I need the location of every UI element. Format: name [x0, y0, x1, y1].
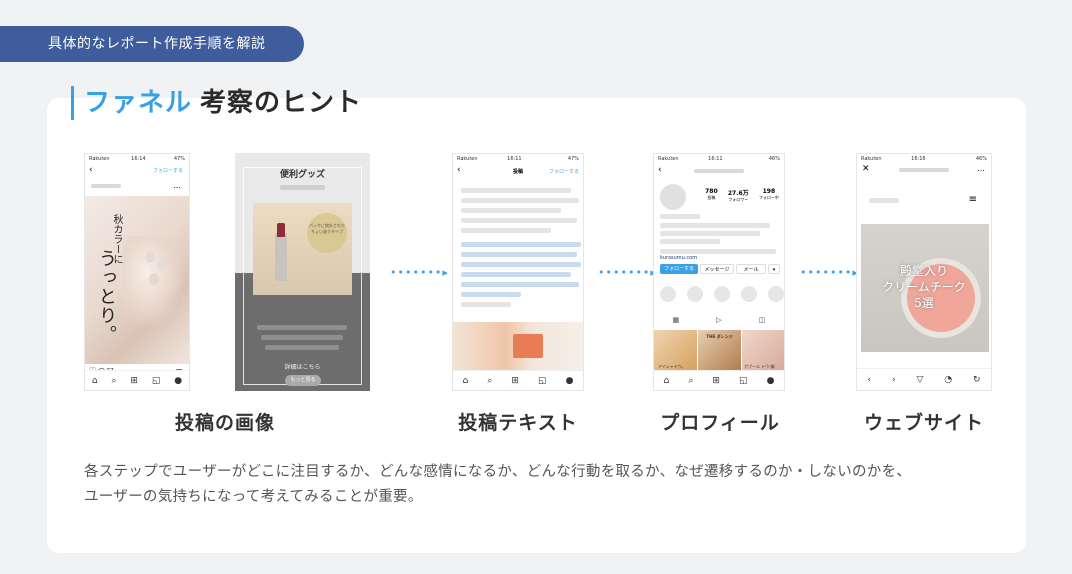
home-icon: ⌂	[663, 375, 670, 386]
status-bar: Rakuten 16:11 47%	[457, 156, 579, 162]
product-photo: パッケに統計されたちょい塗りタイプ	[253, 203, 352, 295]
more-icon: …	[173, 181, 181, 190]
search-icon: ⌕	[688, 375, 694, 386]
overlay-line-3: 5選	[914, 296, 934, 310]
description-line-2: ユーザーの気持ちになって考えてみることが重要。	[84, 489, 423, 505]
reload-icon[interactable]: ↻	[973, 375, 981, 385]
bottom-nav: ⌂ ⌕ ⊞ ◱ ●	[453, 370, 583, 390]
mail-button[interactable]: メール	[736, 264, 766, 274]
home-icon: ⌂	[462, 375, 469, 386]
follow-link: フォローする	[548, 169, 579, 175]
home-icon: ⌂	[91, 375, 98, 386]
story-caption: 詳細はこちら	[284, 364, 321, 371]
step-label-post-image: 投稿の画像	[174, 412, 275, 434]
shop-icon: ◱	[151, 375, 161, 386]
step-label-post-text: 投稿テキスト	[458, 412, 578, 434]
share-icon[interactable]: ▽	[916, 375, 923, 385]
flow-arrow-1: •••••••▸	[390, 266, 449, 279]
follow-button[interactable]: フォローする	[660, 264, 698, 274]
back-icon: ‹	[658, 165, 662, 175]
add-icon: ⊞	[130, 375, 138, 386]
more-icon[interactable]: …	[977, 164, 985, 173]
add-icon: ⊞	[511, 375, 519, 386]
status-bar: Rakuten 16:16 46%	[861, 156, 987, 162]
bottom-nav: ⌂ ⌕ ⊞ ◱ ●	[85, 370, 189, 390]
bottom-nav: ⌂ ⌕ ⊞ ◱ ●	[654, 370, 784, 390]
post-photo	[453, 322, 583, 374]
grid-tabs: ▦ ▷ ◫	[654, 316, 784, 324]
page-title: ファネル 考察のヒント	[71, 86, 362, 120]
forward-icon[interactable]: ›	[892, 375, 896, 385]
dropdown-button[interactable]: ▾	[768, 264, 780, 274]
post-text-screenshot: Rakuten 16:11 47% ‹ 投稿 フォローする ⌂ ⌕ ⊞ ◱ ●	[452, 153, 584, 391]
more-button[interactable]: もっと見る	[285, 375, 321, 386]
step-label-website: ウェブサイト	[863, 412, 984, 434]
menu-icon[interactable]: ≡	[969, 194, 977, 205]
close-icon[interactable]: ✕	[862, 164, 870, 174]
story-title: 便利グッズ	[279, 170, 325, 180]
description: 各ステップでユーザーがどこに注目するか、どんな感情になるか、どんな行動を取るか、…	[84, 460, 984, 510]
title-rest: 考察のヒント	[200, 88, 363, 118]
message-button[interactable]: メッセージ	[700, 264, 734, 274]
search-icon: ⌕	[111, 375, 117, 386]
add-icon: ⊞	[712, 375, 720, 386]
back-icon[interactable]: ‹	[867, 375, 871, 385]
overlay-line-2: クリームチーク	[882, 280, 966, 294]
play-icon[interactable]: ▷	[716, 316, 721, 324]
profile-stats: 780 投稿 27.6万 フォロワー 198 フォロー中	[705, 188, 779, 202]
back-icon: ‹	[89, 165, 93, 175]
compass-icon[interactable]: ◔	[944, 375, 952, 385]
status-bar: Rakuten 16:14 47%	[89, 156, 185, 162]
step-label-profile: プロフィール	[660, 412, 780, 434]
story-screenshot: 便利グッズ パッケに統計されたちょい塗りタイプ 詳細はこちら もっと見る	[235, 153, 370, 391]
post-image-screenshot: Rakuten 16:14 47% ‹ フォローする … 秋カラーに うっとり。 …	[84, 153, 190, 391]
grid-icon[interactable]: ▦	[673, 316, 680, 324]
website-screenshot: Rakuten 16:16 46% ✕ … ≡ 殿堂入り クリームチーク 5選 ‹…	[856, 153, 992, 391]
bottle-caption: パッケに統計されたちょい塗りタイプ	[309, 223, 345, 234]
grid-thumb-2: THE ダレンジ	[698, 330, 741, 372]
avatar: ●	[174, 375, 183, 386]
tagged-icon[interactable]: ◫	[759, 316, 766, 324]
photo-text-large: うっとり。	[96, 249, 117, 344]
title-accent: ファネル	[84, 88, 193, 118]
browser-nav: ‹ › ▽ ◔ ↻	[857, 368, 991, 390]
flow-arrow-2: •••••••▸	[598, 266, 657, 279]
profile-site: kurasumu.com	[660, 255, 698, 261]
section-tag: 具体的なレポート作成手順を解説	[0, 26, 304, 62]
flow-arrow-3: •••••••▸	[800, 266, 859, 279]
description-line-1: 各ステップでユーザーがどこに注目するか、どんな感情になるか、どんな行動を取るか、…	[84, 464, 912, 480]
overlay-line-1: 殿堂入り	[899, 264, 948, 278]
avatar: ●	[766, 375, 775, 386]
follow-link: フォローする	[152, 168, 183, 174]
shop-icon: ◱	[739, 375, 748, 386]
profile-screenshot: Rakuten 16:11 46% ‹ 780 投稿 27.6万 フォロワー 198 フ…	[653, 153, 785, 391]
status-bar: Rakuten 16:11 46%	[658, 156, 780, 162]
profile-avatar	[660, 184, 686, 210]
highlights	[660, 286, 784, 302]
shop-icon: ◱	[538, 375, 547, 386]
search-icon: ⌕	[487, 375, 493, 386]
avatar: ●	[565, 375, 574, 386]
